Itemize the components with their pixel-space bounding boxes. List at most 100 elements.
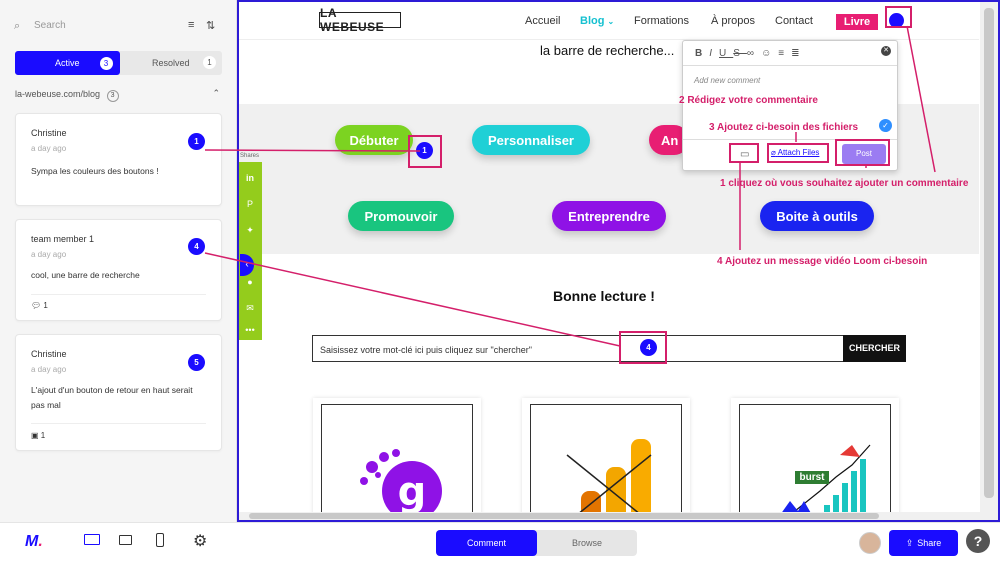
link-icon[interactable]: ∞	[747, 48, 761, 59]
svg-text:g: g	[398, 469, 427, 515]
nav-blog[interactable]: Blog ⌄	[580, 15, 614, 27]
tab-resolved[interactable]: Resolved 1	[120, 51, 223, 75]
share-label: Share	[917, 538, 942, 548]
comment-time: a day ago	[31, 144, 67, 153]
more-icon[interactable]: •••	[244, 324, 256, 336]
page-group-label: la-webeuse.com/blog	[15, 89, 101, 99]
nav-apropos[interactable]: À propos	[711, 15, 755, 27]
article-card[interactable]	[522, 398, 690, 520]
browse-mode-button[interactable]: Browse	[537, 530, 637, 556]
annotation-box-post	[835, 139, 890, 166]
chevron-down-icon: ⌄	[607, 17, 615, 26]
comment-pin[interactable]: 5	[188, 354, 205, 371]
comment-time: a day ago	[31, 365, 67, 374]
confirm-check-icon: ✓	[879, 119, 892, 132]
upload-icon: ⇪	[905, 537, 914, 548]
blog-search-button[interactable]: CHERCHER	[843, 335, 906, 362]
page-group-count: 3	[106, 90, 119, 102]
website-preview[interactable]: LA WEBEUSE Accueil Blog ⌄ Formations À p…	[237, 0, 1000, 522]
annotation-step-4: 4 Ajoutez un message vidéo Loom ci-besoi…	[717, 256, 928, 267]
comment-author: team member 1	[31, 234, 95, 244]
help-icon[interactable]: ?	[966, 529, 990, 553]
site-logo[interactable]: LA WEBEUSE	[319, 6, 401, 34]
horizontal-scrollbar[interactable]	[239, 512, 980, 520]
comment-pin[interactable]: 4	[188, 238, 205, 255]
article-thumbnail: g	[321, 404, 473, 520]
article-card[interactable]: g	[313, 398, 481, 520]
page-group[interactable]: la-webeuse.com/blog 3 ⌃	[15, 88, 222, 102]
sidebar-search[interactable]: ⌕ Search ≡ ⇅	[14, 19, 224, 34]
site-pin-1[interactable]: 1	[416, 142, 433, 159]
comment-mode-button[interactable]: Comment	[436, 530, 537, 556]
pinterest-icon[interactable]: P	[244, 198, 256, 210]
comment-text: L'ajout d'un bouton de retour en haut se…	[31, 385, 193, 410]
article-thumbnail	[739, 404, 891, 520]
search-icon: ⌕	[14, 20, 21, 32]
tab-active-label: Active	[54, 58, 80, 68]
divider	[31, 423, 206, 424]
app-logo-icon[interactable]: M.	[25, 533, 43, 551]
nav-livre-button[interactable]: Livre	[836, 14, 878, 30]
article-card[interactable]	[731, 398, 899, 520]
mode-switch: Comment Browse	[436, 530, 637, 556]
tablet-view-icon[interactable]	[119, 535, 132, 545]
tab-resolved-label: Resolved	[151, 58, 190, 68]
annotation-step-3: 3 Ajoutez ci-besoin des fichiers	[709, 122, 859, 133]
nav-accueil[interactable]: Accueil	[525, 15, 560, 27]
btn-entreprendre[interactable]: Entreprendre	[552, 201, 666, 231]
chevron-up-icon[interactable]: ⌃	[212, 88, 220, 99]
comment-card[interactable]: team member 1 a day ago cool, une barre …	[15, 219, 222, 321]
comment-text: cool, une barre de recherche	[31, 270, 140, 280]
nav-formations[interactable]: Formations	[634, 15, 689, 27]
comment-card[interactable]: Christine a day ago Sympa les couleurs d…	[15, 113, 222, 206]
popup-toolbar: BIUS∞☺≡≣	[695, 48, 807, 59]
vertical-scrollbar[interactable]	[980, 2, 998, 520]
bullet-list-icon[interactable]: ≣	[791, 48, 806, 59]
strikethrough-icon[interactable]: S	[733, 48, 747, 59]
numbered-list-icon[interactable]: ≡	[778, 48, 791, 59]
comment-time: a day ago	[31, 250, 67, 259]
reply-count: 💬︎ 1	[31, 301, 48, 310]
site-navbar: LA WEBEUSE Accueil Blog ⌄ Formations À p…	[239, 2, 979, 40]
growth-chart-icon	[780, 444, 871, 520]
desktop-view-icon[interactable]	[84, 534, 100, 545]
btn-personnaliser[interactable]: Personnaliser	[472, 125, 590, 155]
article-thumbnail	[530, 404, 682, 520]
share-bar: in P ✦ ● ✉ •••	[239, 162, 262, 340]
twitter-icon[interactable]: ✦	[244, 224, 256, 236]
reddit-icon[interactable]: ●	[244, 276, 256, 288]
comment-pin[interactable]: 1	[188, 133, 205, 150]
btn-promouvoir[interactable]: Promouvoir	[348, 201, 454, 231]
reply-icon: 💬︎	[31, 301, 42, 310]
sort-icon[interactable]: ⇅	[206, 19, 215, 32]
annotation-box-attach	[767, 143, 829, 163]
share-button[interactable]: ⇪ Share	[889, 530, 958, 556]
underline-icon[interactable]: U	[719, 48, 733, 59]
annotation-step-1: 1 cliquez où vous souhaitez ajouter un c…	[720, 178, 969, 189]
shares-label: Shares	[240, 153, 260, 159]
comment-card[interactable]: Christine a day ago L'ajout d'un bouton …	[15, 334, 222, 451]
blog-search-input[interactable]: Saisissez votre mot-clé ici puis cliquez…	[312, 335, 844, 362]
email-icon[interactable]: ✉	[244, 302, 256, 314]
comments-sidebar: ⌕ Search ≡ ⇅ Active 3 Resolved 1 la-webeus…	[0, 0, 237, 522]
filter-icon[interactable]: ≡	[188, 19, 194, 31]
annotation-box-new-pin	[885, 6, 912, 28]
settings-icon[interactable]: ⚙	[193, 531, 207, 551]
btn-boite-outils[interactable]: Boite à outils	[760, 201, 874, 231]
bottom-toolbar: M. ⚙ Comment Browse ⇪ Share ?	[0, 522, 1000, 562]
annotation-step-2: 2 Rédigez votre commentaire	[679, 95, 818, 106]
linkedin-icon[interactable]: in	[244, 172, 256, 184]
bold-icon[interactable]: B	[695, 48, 709, 59]
tab-active[interactable]: Active 3	[15, 51, 120, 75]
avatar[interactable]	[859, 532, 881, 554]
btn-debuter[interactable]: Débuter	[335, 125, 413, 155]
emoji-icon[interactable]: ☺	[761, 48, 778, 59]
section-title: Bonne lecture !	[553, 288, 655, 304]
close-icon[interactable]: ✕	[881, 46, 891, 56]
site-pin-4[interactable]: 4	[640, 339, 657, 356]
search-input[interactable]: Search	[34, 20, 66, 31]
italic-icon[interactable]: I	[709, 48, 719, 59]
analytics-crossed-icon	[566, 439, 652, 520]
nav-contact[interactable]: Contact	[775, 15, 813, 27]
mobile-view-icon[interactable]	[156, 533, 164, 547]
